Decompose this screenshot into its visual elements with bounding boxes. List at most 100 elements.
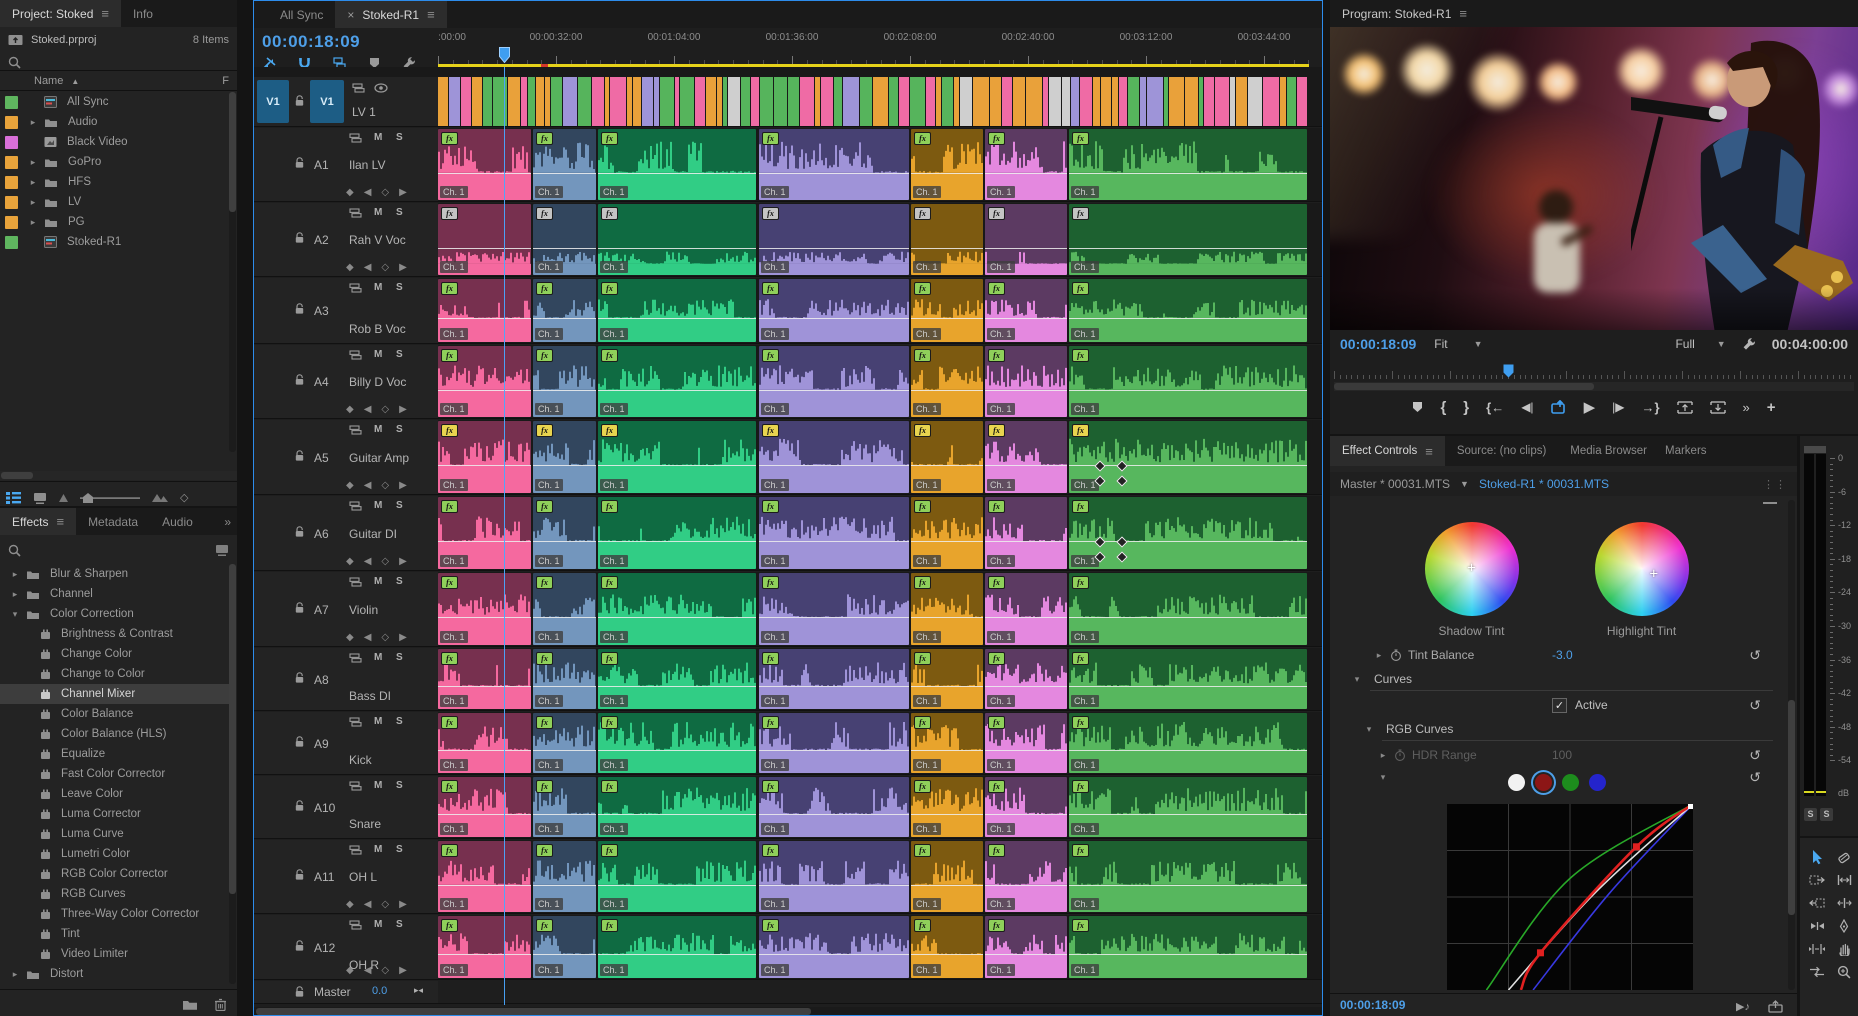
video-clip[interactable] xyxy=(1043,77,1048,126)
volume-rubber-band[interactable] xyxy=(533,814,596,815)
video-clip[interactable] xyxy=(1230,77,1235,126)
audio-clip[interactable]: fxCh. 1 xyxy=(533,497,596,569)
video-clip[interactable] xyxy=(1263,77,1279,126)
video-clip[interactable] xyxy=(990,77,1001,126)
volume-rubber-band[interactable] xyxy=(911,318,983,319)
volume-rubber-band[interactable] xyxy=(533,248,596,249)
go-to-in-button[interactable]: {← xyxy=(1486,400,1504,415)
audio-clip[interactable]: fxCh. 1 xyxy=(911,421,983,493)
sync-lock-icon[interactable] xyxy=(349,920,362,930)
scrollbar-thumb[interactable] xyxy=(256,1008,811,1015)
audio-clip[interactable]: fxCh. 1 xyxy=(598,573,756,645)
mute-button[interactable]: M xyxy=(374,652,382,663)
tab-media-browser[interactable]: Media Browser xyxy=(1558,436,1659,466)
video-clip[interactable] xyxy=(680,77,694,126)
zoom-in-icon[interactable] xyxy=(152,493,168,502)
audio-clip[interactable]: fxCh. 1 xyxy=(759,841,909,912)
volume-rubber-band[interactable] xyxy=(985,750,1067,751)
track-lock-icon[interactable] xyxy=(294,450,305,462)
volume-rubber-band[interactable] xyxy=(438,318,531,319)
track-name[interactable]: Violin xyxy=(349,603,378,617)
button-editor-chevron[interactable]: » xyxy=(1743,400,1750,415)
video-clip[interactable] xyxy=(642,77,653,126)
volume-rubber-band[interactable] xyxy=(985,173,1067,174)
volume-rubber-band[interactable] xyxy=(759,814,909,815)
video-clip[interactable] xyxy=(1026,77,1042,126)
program-scrollbar[interactable] xyxy=(1334,382,1854,391)
volume-rubber-band[interactable] xyxy=(533,541,596,542)
show-keyframes-icon[interactable]: ◆ xyxy=(346,965,354,976)
add-keyframe-icon[interactable]: ◇ xyxy=(381,632,389,643)
track-lock-icon[interactable] xyxy=(294,303,305,315)
track-name[interactable]: Rah V Voc xyxy=(349,233,406,247)
tab-overflow-chevron[interactable]: » xyxy=(218,508,237,535)
video-clip[interactable] xyxy=(910,77,925,126)
track-name[interactable]: Snare xyxy=(349,817,381,831)
sync-lock-icon[interactable] xyxy=(349,717,362,727)
track-id[interactable]: A6 xyxy=(314,527,329,541)
solo-button[interactable]: S xyxy=(396,844,403,855)
track-id[interactable]: A9 xyxy=(314,737,329,751)
sync-lock-icon[interactable] xyxy=(349,781,362,791)
mute-button[interactable]: M xyxy=(374,282,382,293)
volume-rubber-band[interactable] xyxy=(598,318,756,319)
track-name[interactable]: Guitar Amp xyxy=(349,451,409,465)
audio-clip[interactable]: fxCh. 1 xyxy=(985,421,1067,493)
twirl-icon[interactable]: ▸ xyxy=(28,197,38,208)
audio-clip[interactable]: fxCh. 1 xyxy=(759,713,909,773)
audio-clip[interactable]: fxCh. 1 xyxy=(438,129,531,200)
color-wheel-crosshair[interactable]: + xyxy=(1467,560,1476,577)
audio-clip[interactable]: fxCh. 1 xyxy=(759,649,909,709)
audio-clip[interactable]: fxCh. 1 xyxy=(985,204,1067,275)
volume-rubber-band[interactable] xyxy=(1069,686,1307,687)
prev-keyframe-icon[interactable]: ◀ xyxy=(364,404,372,415)
audio-clip[interactable]: fxCh. 1 xyxy=(598,279,756,342)
track-lock-icon[interactable] xyxy=(294,986,305,998)
audio-clip[interactable]: fxCh. 1 xyxy=(1069,777,1307,837)
track-lock-icon[interactable] xyxy=(294,374,305,386)
volume-rubber-band[interactable] xyxy=(759,750,909,751)
tab-project[interactable]: Project: Stoked ≡ xyxy=(0,0,121,27)
audio-clip[interactable]: fxCh. 1 xyxy=(533,713,596,773)
audio-clip[interactable]: fxCh. 1 xyxy=(598,841,756,912)
mute-button[interactable]: M xyxy=(374,349,382,360)
show-keyframes-icon[interactable]: ◆ xyxy=(346,899,354,910)
video-clip[interactable] xyxy=(1062,77,1070,126)
video-clip[interactable] xyxy=(821,77,833,126)
ec-master-clip-label[interactable]: Master * 00031.MTS xyxy=(1340,477,1450,491)
audio-clip[interactable]: fxCh. 1 xyxy=(598,204,756,275)
icon-view-icon[interactable] xyxy=(33,492,47,504)
audio-clip[interactable]: fxCh. 1 xyxy=(438,497,531,569)
effect-item-three-way-color-corrector[interactable]: Three-Way Color Corrector xyxy=(0,904,229,924)
volume-rubber-band[interactable] xyxy=(1069,750,1307,751)
video-clip[interactable] xyxy=(1248,77,1262,126)
play-audio-icon[interactable]: ▶♪ xyxy=(1736,1000,1750,1013)
stopwatch-icon[interactable] xyxy=(1394,749,1406,761)
video-clip[interactable] xyxy=(1128,77,1139,126)
solo-button[interactable]: S xyxy=(396,424,403,435)
solo-button[interactable]: S xyxy=(396,652,403,663)
volume-rubber-band[interactable] xyxy=(533,750,596,751)
twirl-icon[interactable]: ▸ xyxy=(28,177,38,188)
volume-rubber-band[interactable] xyxy=(533,173,596,174)
effects-search-input[interactable] xyxy=(29,543,207,557)
sync-lock-icon[interactable] xyxy=(349,133,362,143)
audio-clip[interactable]: fxCh. 1 xyxy=(438,573,531,645)
video-clip[interactable] xyxy=(899,77,909,126)
audio-clip[interactable]: fxCh. 1 xyxy=(911,777,983,837)
audio-clip[interactable]: fxCh. 1 xyxy=(1069,649,1307,709)
audio-clip[interactable]: fxCh. 1 xyxy=(598,497,756,569)
prev-keyframe-icon[interactable]: ◀ xyxy=(364,632,372,643)
color-wheel-crosshair[interactable]: + xyxy=(1649,565,1658,582)
audio-clip[interactable]: fxCh. 1 xyxy=(985,777,1067,837)
volume-rubber-band[interactable] xyxy=(598,541,756,542)
video-clip[interactable] xyxy=(1101,77,1111,126)
volume-rubber-band[interactable] xyxy=(438,248,531,249)
project-item-stoked-r1[interactable]: Stoked-R1 xyxy=(0,232,229,252)
track-lock-icon[interactable] xyxy=(294,526,305,538)
audio-clip[interactable]: fxCh. 1 xyxy=(598,421,756,493)
effects-bin-channel[interactable]: ▸Channel xyxy=(0,584,229,604)
label-color-swatch[interactable] xyxy=(5,96,18,109)
hand-tool[interactable] xyxy=(1833,940,1855,958)
volume-rubber-band[interactable] xyxy=(438,954,531,955)
